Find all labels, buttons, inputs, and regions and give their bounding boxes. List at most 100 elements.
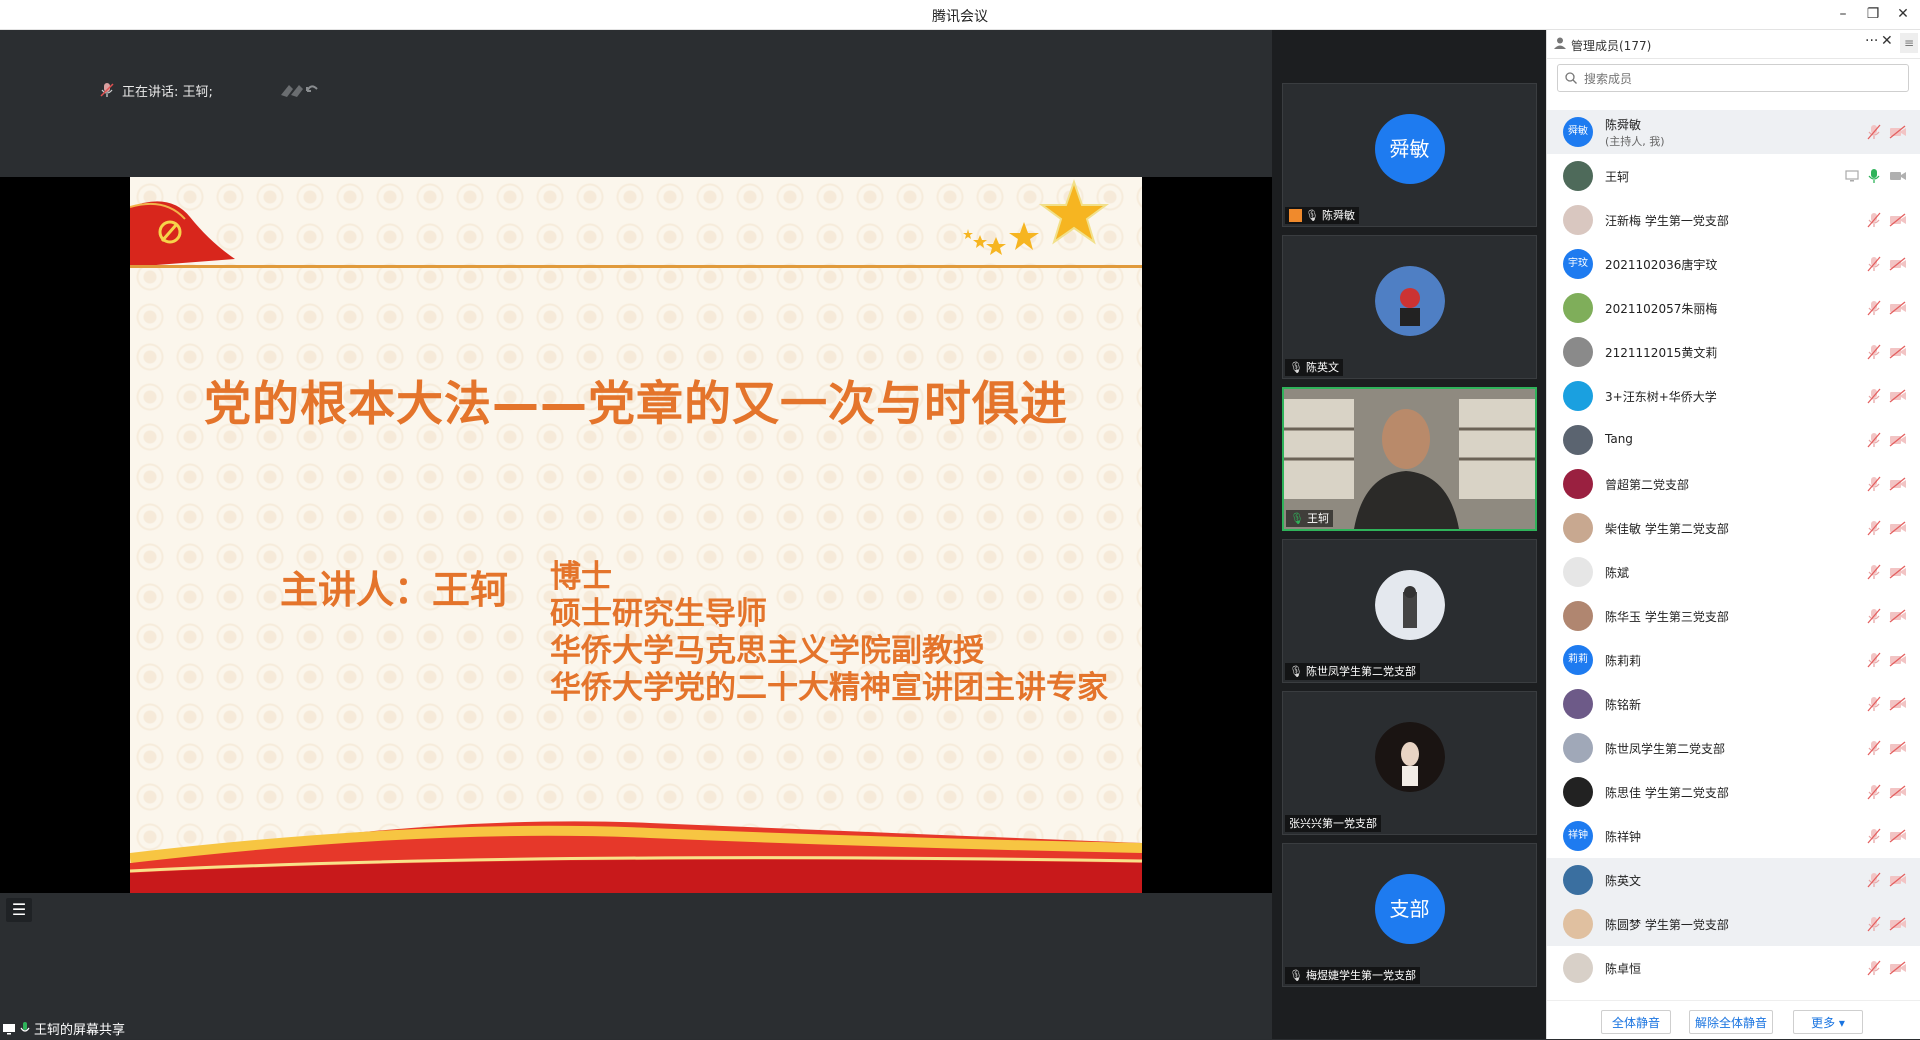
camera-off-icon[interactable] [1889,345,1907,359]
member-row[interactable]: Tang [1547,418,1920,462]
member-row[interactable]: 陈华玉 学生第三党支部 [1547,594,1920,638]
more-options-icon[interactable]: ··· [1865,33,1878,49]
camera-off-icon[interactable] [1889,697,1907,711]
member-row[interactable]: 柴佳敏 学生第二党支部 [1547,506,1920,550]
camera-off-icon[interactable] [1889,433,1907,447]
camera-off-icon[interactable] [1889,961,1907,975]
toggle-list-button[interactable]: ☰ [6,898,32,922]
main-stage: 正在讲话: 王轲; 党的根本大法——党章的又一次与时俱进 主讲人：王轲 博士 硕… [0,30,1272,1039]
camera-off-icon[interactable] [1889,829,1907,843]
close-icon[interactable]: ✕ [1881,33,1893,49]
member-row[interactable]: 陈英文 [1547,858,1920,902]
mic-muted-icon[interactable] [1867,432,1881,448]
video-tile[interactable]: 🎙 陈世凤学生第二党支部 [1282,539,1537,683]
member-row[interactable]: 陈斌 [1547,550,1920,594]
slide-speaker: 主讲人：王轲 [280,568,509,612]
mic-muted-icon[interactable] [1867,212,1881,228]
mic-muted-icon [100,83,114,97]
camera-icon[interactable] [1889,169,1907,183]
mic-muted-icon[interactable] [1867,828,1881,844]
member-row[interactable]: 陈世凤学生第二党支部 [1547,726,1920,770]
video-tile-active-speaker[interactable]: 🎙 王轲 [1282,387,1537,531]
member-row[interactable]: 陈铭新 [1547,682,1920,726]
member-row[interactable]: 汪新梅 学生第一党支部 [1547,198,1920,242]
unmute-all-button[interactable]: 解除全体静音 [1689,1010,1773,1034]
camera-off-icon[interactable] [1889,521,1907,535]
camera-off-icon[interactable] [1889,873,1907,887]
mic-muted-icon[interactable] [1867,652,1881,668]
member-row[interactable]: 舜敏 陈舜敏 (主持人, 我) [1547,110,1920,154]
close-window-button[interactable]: ✕ [1888,3,1918,25]
mic-muted-icon[interactable] [1867,344,1881,360]
member-name: 2121112015黄文莉 [1605,346,1718,360]
camera-off-icon[interactable] [1889,301,1907,315]
member-row[interactable]: 王轲 [1547,154,1920,198]
credential-line: 博士 [550,559,612,595]
video-tile-name: 🎙 陈英文 [1285,359,1343,376]
mic-muted-icon[interactable] [1867,300,1881,316]
mic-muted-icon[interactable] [1867,696,1881,712]
video-tile[interactable]: 舜敏 🎙 陈舜敏 [1282,83,1537,227]
avatar: 舜敏 [1563,117,1593,147]
mic-muted-icon[interactable] [1867,256,1881,272]
member-panel: 管理成员(177) ··· ✕ ≡ 舜敏陈舜敏 (主持人, 我) 王轲汪新梅 学生第… [1546,30,1920,1039]
mic-muted-icon[interactable] [1867,520,1881,536]
raise-hand-icon[interactable] [277,81,321,99]
avatar [1563,689,1593,719]
mic-muted-icon[interactable] [1867,740,1881,756]
search-input[interactable] [1582,69,1906,89]
member-name: 陈斌 [1605,566,1630,580]
mic-muted-icon[interactable] [1867,564,1881,580]
member-row[interactable]: 陈思佳 学生第二党支部 [1547,770,1920,814]
camera-off-icon[interactable] [1889,609,1907,623]
camera-off-icon[interactable] [1889,785,1907,799]
camera-off-icon[interactable] [1889,125,1907,139]
camera-off-icon[interactable] [1889,477,1907,491]
mic-muted-icon[interactable] [1867,608,1881,624]
search-box[interactable] [1557,64,1909,92]
video-tile[interactable]: 张兴兴第一党支部 [1282,691,1537,835]
camera-off-icon[interactable] [1889,741,1907,755]
member-row[interactable]: 陈卓恒 [1547,946,1920,990]
member-row[interactable]: 陈圆梦 学生第一党支部 [1547,902,1920,946]
credential-line: 华侨大学马克思主义学院副教授 [550,633,984,669]
camera-off-icon[interactable] [1889,389,1907,403]
mic-muted-icon[interactable] [1867,916,1881,932]
avatar: 祥钟 [1563,821,1593,851]
screen-share-area: 党的根本大法——党章的又一次与时俱进 主讲人：王轲 博士 硕士研究生导师 华侨大… [0,177,1272,893]
camera-off-icon[interactable] [1889,653,1907,667]
member-row[interactable]: 祥钟 陈祥钟 [1547,814,1920,858]
camera-off-icon[interactable] [1889,565,1907,579]
member-row[interactable]: 宇玟 2021102036唐宇玟 [1547,242,1920,286]
member-row[interactable]: 曾超第二党支部 [1547,462,1920,506]
member-row[interactable]: 3+汪东树+华侨大学 [1547,374,1920,418]
member-row[interactable]: 莉莉 陈莉莉 [1547,638,1920,682]
menu-icon[interactable]: ≡ [1900,33,1918,53]
mic-muted-icon[interactable] [1867,960,1881,976]
camera-off-icon[interactable] [1889,917,1907,931]
mute-all-button[interactable]: 全体静音 [1601,1010,1671,1034]
mic-muted-icon[interactable] [1867,784,1881,800]
video-tile[interactable]: 支部 🎙 梅煜婕学生第一党支部 [1282,843,1537,987]
mic-active-icon[interactable] [1867,168,1881,184]
restore-button[interactable]: ❐ [1858,3,1888,25]
mic-muted-icon[interactable] [1867,872,1881,888]
mic-muted-icon[interactable] [1867,388,1881,404]
member-row[interactable]: 2021102057朱丽梅 [1547,286,1920,330]
more-button[interactable]: 更多 ▾ [1793,1010,1863,1034]
camera-off-icon[interactable] [1889,213,1907,227]
member-name: 曾超第二党支部 [1605,478,1690,492]
camera-feed [1284,389,1535,529]
video-tiles-column: 舜敏 🎙 陈舜敏 🎙 陈英文 🎙 王轲 🎙 陈世凤学生第二党支部 张兴兴第一党支… [1272,30,1546,1039]
avatar [1563,733,1593,763]
window-title: 腾讯会议 [932,9,988,25]
speaking-indicator: 正在讲话: 王轲; [100,80,321,100]
member-name: 陈卓恒 [1605,962,1642,976]
minimize-button[interactable]: – [1828,3,1858,25]
camera-off-icon[interactable] [1889,257,1907,271]
video-tile[interactable]: 🎙 陈英文 [1282,235,1537,379]
person-icon [1554,37,1566,49]
member-row[interactable]: 2121112015黄文莉 [1547,330,1920,374]
mic-muted-icon[interactable] [1867,476,1881,492]
mic-muted-icon[interactable] [1867,124,1881,140]
